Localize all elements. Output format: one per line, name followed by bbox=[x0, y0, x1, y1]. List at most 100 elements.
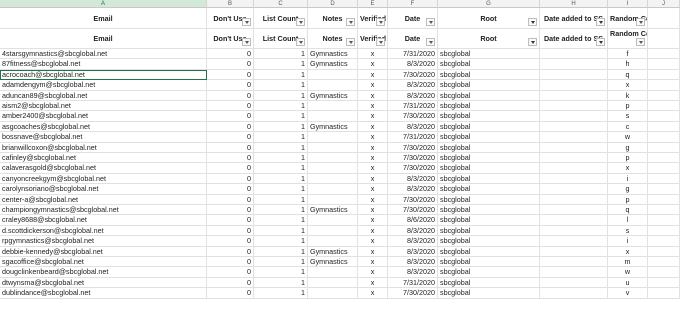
header-root-filter[interactable]: Root bbox=[438, 29, 540, 49]
filter-active-icon[interactable] bbox=[528, 18, 537, 26]
cell-h16[interactable] bbox=[540, 184, 608, 195]
cell-d10[interactable]: Gymnastics bbox=[308, 121, 358, 133]
cell-c7[interactable]: 1 bbox=[254, 90, 308, 101]
cell-a22[interactable]: debbie-kennedy@sbcglobal.net bbox=[0, 246, 207, 257]
cell-b20[interactable]: 0 bbox=[207, 225, 254, 237]
cell-f3[interactable]: 7/31/2020 bbox=[388, 49, 438, 60]
cell-i11[interactable]: w bbox=[608, 132, 648, 143]
header-verified-filter[interactable]: Verified bbox=[358, 29, 388, 49]
filter-dropdown-icon[interactable] bbox=[346, 38, 355, 46]
cell-c21[interactable]: 1 bbox=[254, 236, 308, 247]
cell-b14[interactable]: 0 bbox=[207, 163, 254, 174]
cell-h4[interactable] bbox=[540, 59, 608, 70]
cell-b25[interactable]: 0 bbox=[207, 277, 254, 289]
column-letter-b[interactable]: B bbox=[207, 0, 254, 8]
cell-j26[interactable] bbox=[648, 288, 680, 299]
cell-j13[interactable] bbox=[648, 153, 680, 164]
cell-b18[interactable]: 0 bbox=[207, 205, 254, 216]
cell-e24[interactable]: x bbox=[358, 267, 388, 278]
cell-a5[interactable]: acrocoach@sbcglobal.net bbox=[0, 69, 207, 81]
cell-d9[interactable] bbox=[308, 111, 358, 122]
cell-f23[interactable]: 8/3/2020 bbox=[388, 257, 438, 268]
cell-e23[interactable]: x bbox=[358, 257, 388, 268]
cell-e17[interactable]: x bbox=[358, 194, 388, 205]
cell-h6[interactable] bbox=[540, 80, 608, 91]
cell-i4[interactable]: h bbox=[608, 59, 648, 70]
cell-a20[interactable]: d.scottdickerson@sbcglobal.net bbox=[0, 225, 207, 237]
cell-b8[interactable]: 0 bbox=[207, 101, 254, 112]
cell-b3[interactable]: 0 bbox=[207, 49, 254, 60]
cell-g11[interactable]: sbcglobal bbox=[438, 132, 540, 143]
cell-e25[interactable]: x bbox=[358, 277, 388, 289]
cell-i6[interactable]: x bbox=[608, 80, 648, 91]
cell-g4[interactable]: sbcglobal bbox=[438, 59, 540, 70]
cell-d3[interactable]: Gymnastics bbox=[308, 49, 358, 60]
cell-j14[interactable] bbox=[648, 163, 680, 174]
cell-i24[interactable]: w bbox=[608, 267, 648, 278]
cell-g17[interactable]: sbcglobal bbox=[438, 194, 540, 205]
cell-b12[interactable]: 0 bbox=[207, 142, 254, 153]
cell-e11[interactable]: x bbox=[358, 132, 388, 143]
cell-a26[interactable]: dublindance@sbcglobal.net bbox=[0, 288, 207, 299]
cell-g22[interactable]: sbcglobal bbox=[438, 246, 540, 257]
cell-h5[interactable] bbox=[540, 69, 608, 81]
cell-i21[interactable]: i bbox=[608, 236, 648, 247]
cell-a15[interactable]: canyoncreekgym@sbcglobal.net bbox=[0, 173, 207, 185]
cell-d4[interactable]: Gymnastics bbox=[308, 59, 358, 70]
header-email[interactable]: Email bbox=[0, 8, 207, 29]
table-row[interactable]: 4starsgymnastics@sbcglobal.net 0 1 Gymnasti… bbox=[0, 49, 680, 60]
column-letter-f[interactable]: F bbox=[388, 0, 438, 8]
cell-g9[interactable]: sbcglobal bbox=[438, 111, 540, 122]
table-row[interactable]: dougclinkenbeard@sbcglobal.net 0 1 x 8/3/202… bbox=[0, 267, 680, 278]
cell-h12[interactable] bbox=[540, 142, 608, 153]
cell-h26[interactable] bbox=[540, 288, 608, 299]
filter-dropdown-icon[interactable] bbox=[636, 18, 645, 26]
cell-i9[interactable]: s bbox=[608, 111, 648, 122]
cell-c16[interactable]: 1 bbox=[254, 184, 308, 195]
cell-g5[interactable]: sbcglobal bbox=[438, 69, 540, 81]
column-letter-e[interactable]: E bbox=[358, 0, 388, 8]
cell-i22[interactable]: x bbox=[608, 246, 648, 257]
cell-h13[interactable] bbox=[540, 153, 608, 164]
cell-g7[interactable]: sbcglobal bbox=[438, 90, 540, 101]
column-letter-c[interactable]: C bbox=[254, 0, 308, 8]
cell-j3[interactable] bbox=[648, 49, 680, 60]
filter-dropdown-icon[interactable] bbox=[242, 18, 251, 26]
cell-e4[interactable]: x bbox=[358, 59, 388, 70]
cell-e5[interactable]: x bbox=[358, 69, 388, 81]
header-empty-filter[interactable] bbox=[648, 29, 680, 49]
cell-c12[interactable]: 1 bbox=[254, 142, 308, 153]
table-row[interactable]: aduncan89@sbcglobal.net 0 1 Gymnastics x 8/3/… bbox=[0, 90, 680, 101]
cell-a8[interactable]: aism2@sbcglobal.net bbox=[0, 101, 207, 112]
cell-a23[interactable]: sgacoffice@sbcglobal.net bbox=[0, 257, 207, 268]
filter-active-icon[interactable] bbox=[596, 38, 605, 46]
cell-g23[interactable]: sbcglobal bbox=[438, 257, 540, 268]
cell-d17[interactable] bbox=[308, 194, 358, 205]
table-row[interactable]: aism2@sbcglobal.net 0 1 x 7/31/2020 sbcglobal… bbox=[0, 101, 680, 112]
cell-g13[interactable]: sbcglobal bbox=[438, 153, 540, 164]
cell-e3[interactable]: x bbox=[358, 49, 388, 60]
cell-b16[interactable]: 0 bbox=[207, 184, 254, 195]
cell-a18[interactable]: championgymnastics@sbcglobal.net bbox=[0, 205, 207, 216]
cell-i12[interactable]: g bbox=[608, 142, 648, 153]
column-letter-d[interactable]: D bbox=[308, 0, 358, 8]
cell-c13[interactable]: 1 bbox=[254, 153, 308, 164]
cell-f7[interactable]: 8/3/2020 bbox=[388, 90, 438, 101]
cell-g8[interactable]: sbcglobal bbox=[438, 101, 540, 112]
cell-j9[interactable] bbox=[648, 111, 680, 122]
column-letter-g[interactable]: G bbox=[438, 0, 540, 8]
cell-c15[interactable]: 1 bbox=[254, 173, 308, 185]
cell-a13[interactable]: cafinley@sbcglobal.net bbox=[0, 153, 207, 164]
cell-a16[interactable]: carolynsoriano@sbcglobal.net bbox=[0, 184, 207, 195]
cell-f6[interactable]: 8/3/2020 bbox=[388, 80, 438, 91]
cell-g21[interactable]: sbcglobal bbox=[438, 236, 540, 247]
cell-j15[interactable] bbox=[648, 173, 680, 185]
cell-a9[interactable]: amber2400@sbcglobal.net bbox=[0, 111, 207, 122]
cell-j22[interactable] bbox=[648, 246, 680, 257]
table-row[interactable]: canyoncreekgym@sbcglobal.net 0 1 x 8/3/2020 s… bbox=[0, 173, 680, 185]
cell-f22[interactable]: 8/3/2020 bbox=[388, 246, 438, 257]
cell-c6[interactable]: 1 bbox=[254, 80, 308, 91]
table-row[interactable]: championgymnastics@sbcglobal.net 0 1 Gymnas… bbox=[0, 205, 680, 216]
cell-d5[interactable] bbox=[308, 69, 358, 81]
cell-j20[interactable] bbox=[648, 225, 680, 237]
